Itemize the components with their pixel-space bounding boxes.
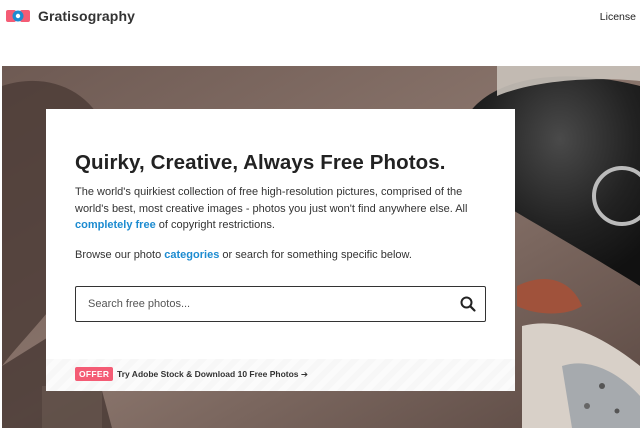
completely-free-link[interactable]: completely free xyxy=(75,219,156,231)
hero-card: Quirky, Creative, Always Free Photos. Th… xyxy=(46,109,515,391)
arrow-right-icon: ➔ xyxy=(300,369,309,379)
description-text-end: of copyright restrictions. xyxy=(155,219,275,231)
hero-description: The world's quirkiest collection of free… xyxy=(75,184,490,234)
logo-text: Gratisography xyxy=(38,8,135,24)
offer-bar: OFFER Try Adobe Stock & Download 10 Free… xyxy=(46,359,515,391)
page-title: Quirky, Creative, Always Free Photos. xyxy=(75,151,446,174)
search-button[interactable] xyxy=(459,295,477,313)
offer-text: Try Adobe Stock & Download 10 Free Photo… xyxy=(117,369,299,379)
search-icon xyxy=(460,296,476,312)
browse-text-end: or search for something specific below. xyxy=(219,249,412,261)
categories-link[interactable]: categories xyxy=(164,249,219,261)
adobe-stock-offer-link[interactable]: Try Adobe Stock & Download 10 Free Photo… xyxy=(117,369,308,380)
description-text: The world's quirkiest collection of free… xyxy=(75,186,468,215)
search-input[interactable] xyxy=(88,295,438,313)
site-logo[interactable]: Gratisography xyxy=(6,8,135,24)
browse-text-start: Browse our photo xyxy=(75,249,165,261)
offer-badge: OFFER xyxy=(75,367,114,381)
search-box xyxy=(75,286,486,322)
license-link[interactable]: License xyxy=(600,11,636,23)
logo-icon xyxy=(6,10,30,22)
site-header: Gratisography License xyxy=(0,0,640,36)
browse-text: Browse our photo categories or search fo… xyxy=(75,249,412,261)
